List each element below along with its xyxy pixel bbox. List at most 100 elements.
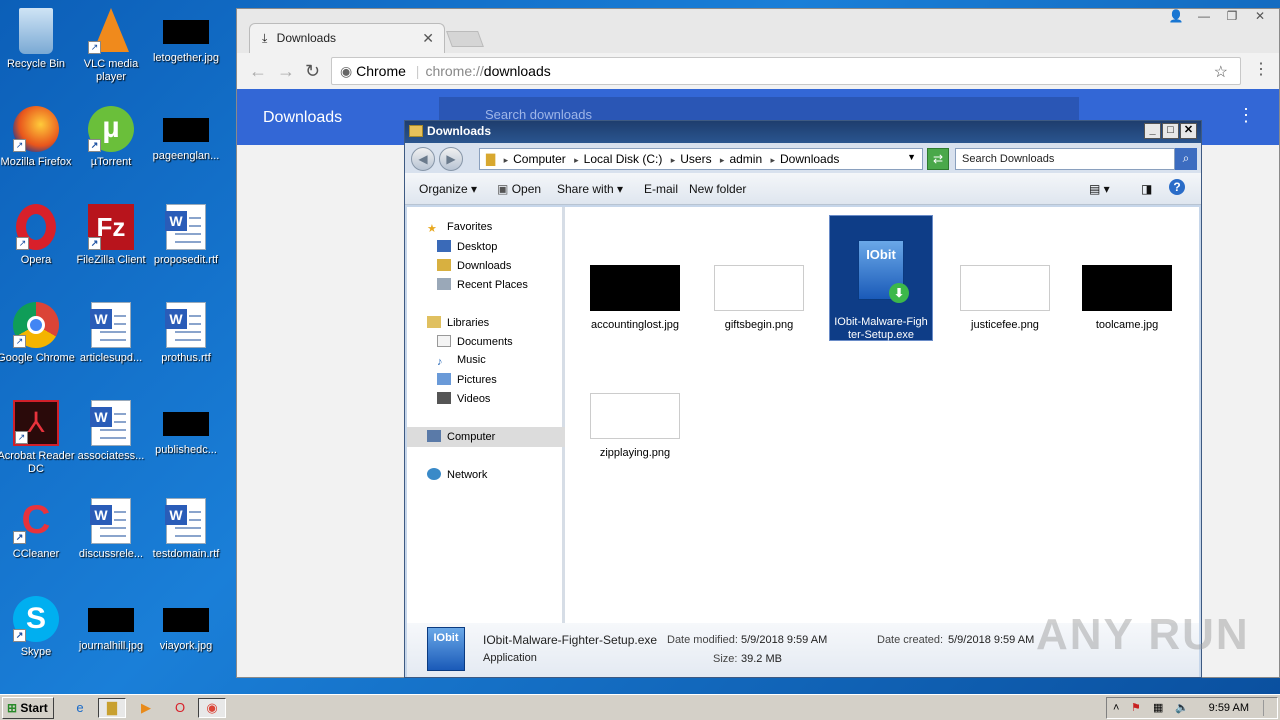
downloads-menu-icon[interactable]: ⋮ bbox=[1237, 105, 1255, 126]
email-button[interactable]: E-mail bbox=[644, 182, 678, 196]
explorer-taskbar-icon[interactable]: ▇ bbox=[98, 698, 126, 718]
image-thumbnail bbox=[714, 265, 804, 311]
search-icon[interactable]: ⌕ bbox=[1175, 148, 1197, 170]
chrome-taskbar-icon[interactable]: ◉ bbox=[198, 698, 226, 718]
explorer-search-input[interactable]: Search Downloads bbox=[955, 148, 1175, 170]
file-item[interactable]: accountinglost.jpg bbox=[583, 217, 687, 331]
file-item[interactable]: giftsbegin.png bbox=[707, 217, 811, 331]
opera-taskbar-icon[interactable]: O bbox=[166, 698, 194, 718]
close-tab-icon[interactable]: ✕ bbox=[422, 30, 434, 47]
organize-button[interactable]: Organize ▾ bbox=[419, 182, 477, 196]
desktop-icon-utorrent[interactable]: µ ↗ µTorrent bbox=[72, 106, 150, 169]
breadcrumb-users[interactable]: Users bbox=[680, 152, 711, 166]
chevron-down-icon[interactable]: ▼ bbox=[907, 152, 916, 162]
shortcut-arrow-icon: ↗ bbox=[13, 335, 26, 348]
chrome-menu-icon[interactable]: ⋮ bbox=[1253, 59, 1269, 79]
desktop-icon-label: Google Chrome bbox=[0, 352, 75, 364]
reload-icon[interactable]: ↻ bbox=[305, 61, 320, 82]
desktop-icon-testdomain[interactable]: W testdomain.rtf bbox=[147, 498, 225, 561]
nav-documents[interactable]: Documents bbox=[437, 335, 513, 348]
desktop-icon-filezilla[interactable]: Fz ↗ FileZilla Client bbox=[72, 204, 150, 267]
file-item[interactable]: toolcame.jpg bbox=[1075, 217, 1179, 331]
change-view-icon[interactable]: ▤ ▾ bbox=[1089, 182, 1110, 196]
minimize-button[interactable]: _ bbox=[1144, 123, 1161, 139]
desktop-icon-ccleaner[interactable]: C ↗ CCleaner bbox=[0, 498, 75, 561]
file-item[interactable]: zipplaying.png bbox=[583, 345, 687, 459]
file-item[interactable]: justicefee.png bbox=[953, 217, 1057, 331]
desktop-icon-pageenglan[interactable]: pageenglan... bbox=[147, 106, 225, 163]
refresh-button[interactable]: ⇄ bbox=[927, 148, 949, 170]
new-folder-button[interactable]: New folder bbox=[689, 182, 746, 196]
nav-videos[interactable]: Videos bbox=[437, 392, 490, 405]
file-list: accountinglost.jpg giftsbegin.png IObit … bbox=[569, 207, 1199, 623]
close-window-button[interactable]: ✕ bbox=[1247, 9, 1273, 27]
desktop-icon-associatess[interactable]: W associatess... bbox=[72, 400, 150, 463]
forward-button[interactable]: ▶ bbox=[439, 147, 463, 171]
network-tray-icon[interactable]: ▦ bbox=[1153, 701, 1163, 714]
desktop-icon-skype[interactable]: S ↗ Skype bbox=[0, 596, 75, 659]
desktop-icon-chrome[interactable]: ↗ Google Chrome bbox=[0, 302, 75, 365]
breadcrumb-downloads[interactable]: Downloads bbox=[780, 152, 839, 166]
word-document-icon: W bbox=[90, 302, 131, 348]
breadcrumb-admin[interactable]: admin bbox=[729, 152, 762, 166]
image-thumbnail bbox=[163, 608, 209, 632]
nav-pictures[interactable]: Pictures bbox=[437, 373, 497, 386]
nav-computer[interactable]: Computer bbox=[427, 430, 495, 443]
maximize-button[interactable]: □ bbox=[1162, 123, 1179, 139]
new-tab-button[interactable] bbox=[446, 31, 484, 47]
acrobat-icon: ⅄ ↗ bbox=[13, 400, 59, 446]
profile-icon[interactable]: 👤 bbox=[1163, 9, 1189, 27]
back-arrow-icon[interactable]: ← bbox=[249, 61, 267, 82]
internet-explorer-icon[interactable]: e bbox=[66, 698, 94, 718]
open-button[interactable]: ▣ Open bbox=[497, 182, 541, 196]
image-thumbnail bbox=[590, 393, 680, 439]
start-button[interactable]: ⊞ Start bbox=[2, 697, 54, 719]
action-center-icon[interactable]: ⚑ bbox=[1131, 701, 1141, 714]
nav-recent-places[interactable]: Recent Places bbox=[437, 278, 528, 291]
share-with-button[interactable]: Share with ▾ bbox=[557, 182, 623, 196]
breadcrumb-local-disk[interactable]: Local Disk (C:) bbox=[584, 152, 663, 166]
help-icon[interactable]: ? bbox=[1169, 179, 1185, 195]
preview-pane-icon[interactable]: ◨ bbox=[1141, 182, 1152, 196]
desktop-icon-discussrele[interactable]: W discussrele... bbox=[72, 498, 150, 561]
pictures-icon bbox=[437, 373, 451, 385]
media-player-icon[interactable]: ▶ bbox=[132, 698, 160, 718]
restore-button[interactable]: ❐ bbox=[1219, 9, 1245, 27]
close-button[interactable]: ✕ bbox=[1180, 123, 1197, 139]
nav-downloads[interactable]: Downloads bbox=[437, 259, 511, 272]
show-desktop-button[interactable] bbox=[1263, 700, 1275, 716]
desktop-icon-firefox[interactable]: ↗ Mozilla Firefox bbox=[0, 106, 75, 169]
desktop-icon-acrobat[interactable]: ⅄ ↗ Acrobat Reader DC bbox=[0, 400, 75, 476]
desktop-icon-proposedit[interactable]: W proposedit.rtf bbox=[147, 204, 225, 267]
desktop-icon-vlc[interactable]: ↗ VLC media player bbox=[72, 8, 150, 84]
nav-music[interactable]: ♪ Music bbox=[437, 354, 486, 368]
tab-downloads[interactable]: ⤓ Downloads ✕ bbox=[249, 23, 445, 53]
desktop-icon-recycle-bin[interactable]: Recycle Bin bbox=[0, 8, 75, 71]
back-button[interactable]: ◀ bbox=[411, 147, 435, 171]
desktop-icon-journalhill[interactable]: journalhill.jpg bbox=[72, 596, 150, 653]
nav-favorites[interactable]: ★ Favorites bbox=[427, 221, 492, 235]
nav-desktop[interactable]: Desktop bbox=[437, 240, 497, 253]
desktop-icon-publishedc[interactable]: publishedc... bbox=[147, 400, 225, 457]
desktop-icon-opera[interactable]: ↗ Opera bbox=[0, 204, 75, 267]
breadcrumb[interactable]: ▇ ▸ Computer ▸ Local Disk (C:) ▸ Users ▸ adm… bbox=[479, 148, 923, 170]
tray-expand-icon[interactable]: ˄ bbox=[1113, 702, 1119, 714]
bookmark-star-icon[interactable]: ☆ bbox=[1214, 62, 1228, 82]
file-item-selected[interactable]: IObit ⬇ IObit-Malware-Fighter-Setup.exe bbox=[829, 215, 933, 341]
breadcrumb-computer[interactable]: Computer bbox=[513, 152, 566, 166]
volume-icon[interactable]: 🔈 bbox=[1175, 701, 1189, 714]
desktop-icon-label: associatess... bbox=[77, 450, 145, 462]
nav-network[interactable]: Network bbox=[427, 468, 487, 481]
desktop-icon-viayork[interactable]: viayork.jpg bbox=[147, 596, 225, 653]
desktop-icon-prothus[interactable]: W prothus.rtf bbox=[147, 302, 225, 365]
omnibox[interactable]: ◉ Chrome | chrome://downloads ☆ bbox=[331, 57, 1241, 85]
network-icon bbox=[427, 468, 441, 480]
desktop-icon-letogether[interactable]: letogether.jpg bbox=[147, 8, 225, 65]
clock[interactable]: 9:59 AM bbox=[1209, 702, 1249, 714]
minimize-button[interactable]: — bbox=[1191, 9, 1217, 27]
forward-arrow-icon[interactable]: → bbox=[277, 61, 295, 82]
details-size-label: Size: bbox=[713, 653, 738, 665]
image-thumbnail bbox=[960, 265, 1050, 311]
desktop-icon-articlesupd[interactable]: W articlesupd... bbox=[72, 302, 150, 365]
nav-libraries[interactable]: Libraries bbox=[427, 316, 489, 329]
